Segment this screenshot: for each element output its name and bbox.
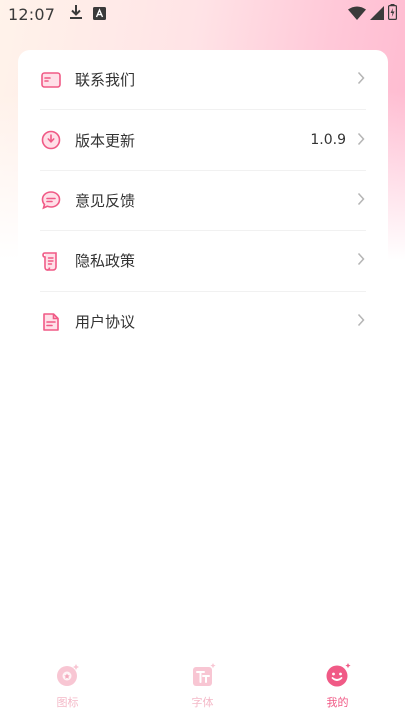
signal-icon xyxy=(370,5,384,24)
privacy-scroll-icon xyxy=(40,250,62,272)
battery-icon xyxy=(388,4,398,24)
row-label-version-update: 版本更新 xyxy=(75,131,136,150)
profile-smile-icon xyxy=(322,660,354,690)
version-number: 1.0.9 xyxy=(310,132,346,149)
settings-row-privacy-policy[interactable]: 隐私政策 xyxy=(40,231,366,292)
mail-icon xyxy=(40,69,62,91)
settings-row-version-update[interactable]: 版本更新 1.0.9 xyxy=(40,110,366,171)
agreement-doc-icon xyxy=(40,311,62,333)
status-time: 12:07 xyxy=(8,4,56,24)
tab-mine[interactable]: 我的 xyxy=(298,660,378,710)
row-label-privacy-policy: 隐私政策 xyxy=(75,252,136,271)
update-icon xyxy=(40,129,62,151)
icons-tab-icon xyxy=(52,660,84,690)
settings-row-user-agreement[interactable]: 用户协议 xyxy=(40,292,366,352)
a-notification-icon xyxy=(93,5,107,24)
settings-card: 联系我们 版本更新 1.0.9 意见反馈 隐私政策 用户协议 xyxy=(18,50,388,380)
font-tab-icon xyxy=(187,660,219,690)
row-label-contact: 联系我们 xyxy=(75,71,136,90)
chevron-right-icon xyxy=(356,70,366,89)
chevron-right-icon xyxy=(356,131,366,150)
feedback-icon xyxy=(40,189,62,211)
tab-label-icons: 图标 xyxy=(56,696,79,709)
chevron-right-icon xyxy=(356,312,366,331)
tab-label-mine: 我的 xyxy=(326,696,349,709)
download-icon xyxy=(69,4,83,24)
chevron-right-icon xyxy=(356,251,366,270)
status-bar: 12:07 xyxy=(0,0,405,28)
tab-fonts[interactable]: 字体 xyxy=(163,660,243,710)
settings-row-contact[interactable]: 联系我们 xyxy=(40,50,366,111)
row-label-user-agreement: 用户协议 xyxy=(75,313,136,332)
row-label-feedback: 意见反馈 xyxy=(75,191,136,210)
bottom-tab-bar: 图标 字体 我的 xyxy=(0,650,405,720)
tab-label-fonts: 字体 xyxy=(191,696,214,709)
settings-row-feedback[interactable]: 意见反馈 xyxy=(40,171,366,232)
tab-icons[interactable]: 图标 xyxy=(28,660,108,710)
wifi-icon xyxy=(348,5,366,24)
chevron-right-icon xyxy=(356,191,366,210)
